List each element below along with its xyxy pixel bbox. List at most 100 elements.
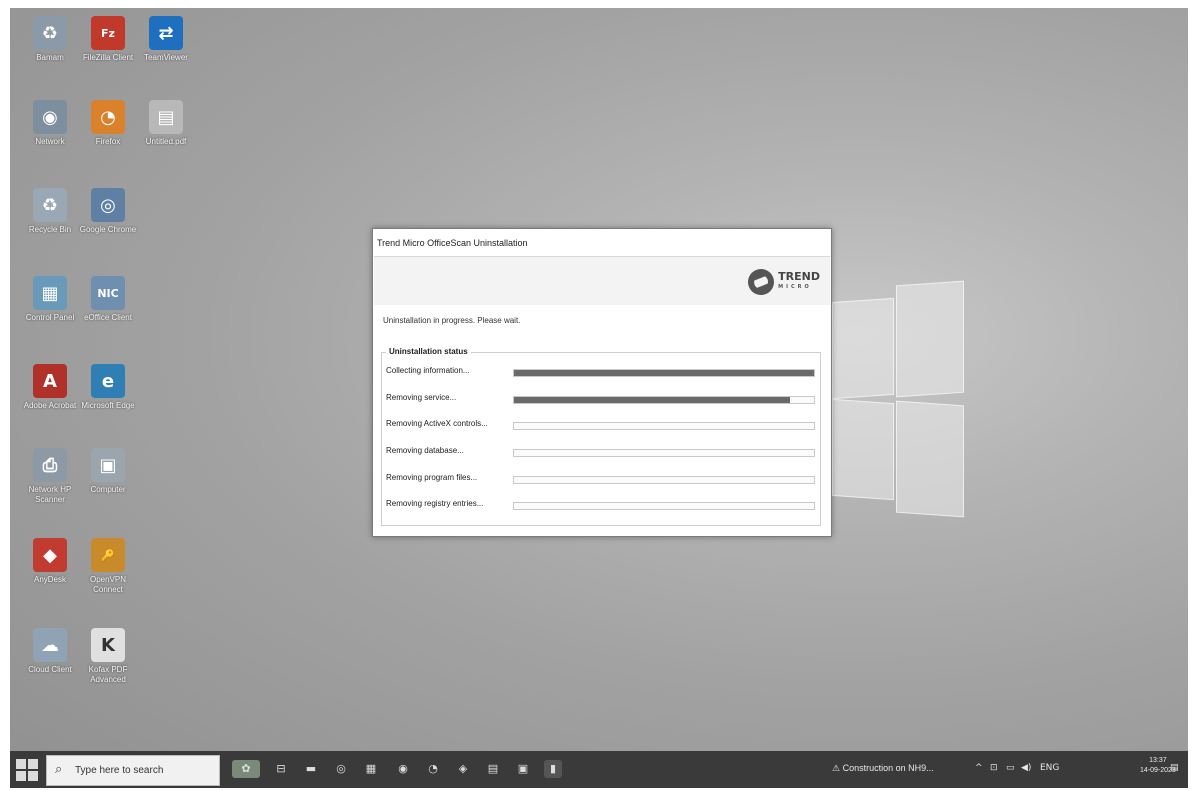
status-label: Collecting information... — [386, 366, 470, 375]
status-label: Removing database... — [386, 446, 464, 455]
desktop-icon-label: AnyDesk — [33, 575, 66, 584]
progress-bar — [513, 396, 815, 404]
firefox-icon: ◔ — [91, 100, 125, 134]
desktop-icon-label: Untitled.pdf — [145, 137, 187, 146]
desktop-icon-nic[interactable]: NIC eOffice Client — [78, 276, 138, 323]
taskbar-app-icon-5[interactable]: ▣ — [514, 760, 532, 778]
desktop-icon-label: Cloud Client — [28, 665, 72, 674]
progress-fill — [514, 370, 814, 376]
desktop-icon-label: eOffice Client — [84, 313, 132, 322]
trend-micro-logo-icon — [748, 269, 775, 295]
desktop-icon-label: Adobe Acrobat — [23, 401, 77, 410]
desktop-icon-label: FileZilla Client — [82, 53, 134, 62]
desktop-icon-filezilla[interactable]: Fz FileZilla Client — [78, 16, 138, 63]
progress-bar — [513, 449, 815, 457]
task-view-icon[interactable]: ⊟ — [272, 760, 290, 778]
status-row: Removing service... — [386, 393, 816, 407]
taskbar-uninstaller-icon[interactable]: ▮ — [544, 760, 562, 778]
file-icon: ▤ — [149, 100, 183, 134]
desktop-icon-label: Network HP Scanner — [28, 485, 72, 504]
taskbar-app-icon-3[interactable]: ◈ — [454, 760, 472, 778]
filezilla-icon: Fz — [91, 16, 125, 50]
desktop-icon-control-panel[interactable]: ▦ Control Panel — [20, 276, 80, 323]
taskbar-calendar-icon[interactable]: ▦ — [362, 760, 380, 778]
acrobat-icon: A — [33, 364, 67, 398]
desktop-icon-recycle-bin[interactable]: ♻ Recycle Bin — [20, 188, 80, 235]
progress-bar — [513, 369, 815, 377]
brand-name: TREND — [778, 270, 820, 283]
recycle-bin-icon: ♻ — [33, 188, 67, 222]
desktop-icon-label: Recycle Bin — [28, 225, 72, 234]
desktop-icon-label: Firefox — [95, 137, 121, 146]
taskbar-app-icon-1[interactable]: ▬ — [302, 760, 320, 778]
computer-icon: ▣ — [91, 448, 125, 482]
recycle-bin-icon-top: ♻ — [33, 16, 67, 50]
desktop-icon-cloud[interactable]: ☁ Cloud Client — [20, 628, 80, 675]
tray-app-icon[interactable]: ⊡ — [990, 763, 998, 773]
trend-micro-logo: TREND MICRO — [748, 269, 820, 295]
progress-message: Uninstallation in progress. Please wait. — [383, 316, 521, 325]
start-button[interactable] — [16, 759, 38, 781]
desktop-icon-computer[interactable]: ▣ Computer — [78, 448, 138, 495]
taskbar-firefox-icon[interactable]: ◔ — [424, 760, 442, 778]
teamviewer-icon: ⇄ — [149, 16, 183, 50]
taskbar-app-icon-4[interactable]: ▤ — [484, 760, 502, 778]
status-label: Removing service... — [386, 393, 457, 402]
search-icon: ⌕ — [55, 762, 63, 777]
progress-bar — [513, 422, 815, 430]
status-label: Removing program files... — [386, 473, 478, 482]
progress-bar — [513, 502, 815, 510]
news-notification[interactable]: ⚠ Construction on NH9... — [832, 763, 934, 774]
desktop-icon-edge[interactable]: e Microsoft Edge — [78, 364, 138, 411]
status-group: Uninstallation status Collecting informa… — [381, 347, 821, 526]
search-placeholder: Type here to search — [75, 765, 164, 776]
desktop-icon-vpn[interactable]: 🔑 OpenVPN Connect — [78, 538, 138, 595]
network-tray-icon[interactable]: ▭ — [1006, 763, 1015, 773]
progress-fill — [514, 397, 790, 403]
tray-chevron-icon[interactable]: ^ — [975, 763, 983, 773]
desktop-icon-label: Microsoft Edge — [81, 401, 135, 410]
edge-icon: e — [91, 364, 125, 398]
desktop-icon-network[interactable]: ◉ Network — [20, 100, 80, 147]
progress-bar — [513, 476, 815, 484]
status-row: Removing program files... — [386, 473, 816, 487]
desktop-icon-file[interactable]: ▤ Untitled.pdf — [136, 100, 196, 147]
desktop-icon-acrobat[interactable]: A Adobe Acrobat — [20, 364, 80, 411]
network-icon: ◉ — [33, 100, 67, 134]
windows-logo-pane-tl — [832, 297, 894, 400]
desktop: ♻ Bamam Fz FileZilla Client ⇄ TeamViewer ◉ Netw… — [10, 8, 1188, 788]
desktop-icon-firefox[interactable]: ◔ Firefox — [78, 100, 138, 147]
status-row: Removing ActiveX controls... — [386, 419, 816, 433]
cortana-icon[interactable]: ✿ — [232, 760, 260, 778]
volume-icon[interactable]: ◀) — [1021, 763, 1031, 773]
windows-logo-pane-br — [896, 400, 964, 518]
status-row: Collecting information... — [386, 366, 816, 380]
chrome-icon: ◎ — [91, 188, 125, 222]
status-row: Removing database... — [386, 446, 816, 460]
desktop-icon-printer[interactable]: ⎙ Network HP Scanner — [20, 448, 80, 505]
desktop-icon-label: Google Chrome — [79, 225, 137, 234]
desktop-icon-recycle-bin[interactable]: ♻ Bamam — [20, 16, 80, 63]
pdf-icon: K — [91, 628, 125, 662]
cloud-icon: ☁ — [33, 628, 67, 662]
desktop-icon-anydesk[interactable]: ◆ AnyDesk — [20, 538, 80, 585]
uninstall-dialog[interactable]: Trend Micro OfficeScan Uninstallation TR… — [372, 228, 832, 537]
status-label: Removing ActiveX controls... — [386, 419, 488, 428]
desktop-icon-teamviewer[interactable]: ⇄ TeamViewer — [136, 16, 196, 63]
desktop-icon-chrome[interactable]: ◎ Google Chrome — [78, 188, 138, 235]
dialog-title: Trend Micro OfficeScan Uninstallation — [377, 238, 528, 248]
taskbar-chrome-icon[interactable]: ◎ — [332, 760, 350, 778]
taskbar-search[interactable]: ⌕ Type here to search — [46, 755, 220, 786]
taskbar-app-icon-2[interactable]: ◉ — [394, 760, 412, 778]
status-heading: Uninstallation status — [386, 347, 471, 356]
dialog-header: TREND MICRO — [374, 256, 830, 305]
windows-logo-pane-tr — [896, 280, 964, 398]
desktop-icon-pdf[interactable]: K Kofax PDF Advanced — [78, 628, 138, 685]
control-panel-icon: ▦ — [33, 276, 67, 310]
desktop-icon-label: Bamam — [36, 53, 64, 62]
desktop-icon-label: OpenVPN Connect — [89, 575, 127, 594]
language-indicator[interactable]: ENG — [1040, 763, 1059, 773]
status-row: Removing registry entries... — [386, 499, 816, 513]
desktop-icon-label: Control Panel — [25, 313, 75, 322]
notifications-icon[interactable]: ▤ — [1170, 763, 1179, 773]
